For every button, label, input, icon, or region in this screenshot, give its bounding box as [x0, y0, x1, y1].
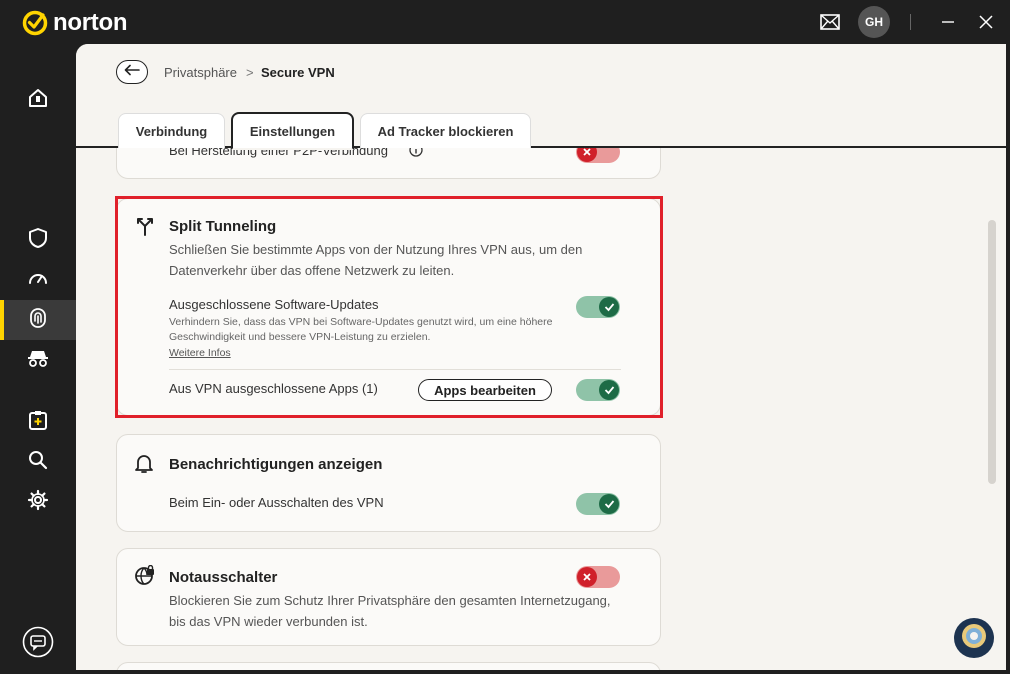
page-header: Privatsphäre > Secure VPN Verbindung Ein…	[76, 44, 1006, 150]
tab-einstellungen[interactable]: Einstellungen	[231, 112, 354, 150]
bell-icon	[134, 453, 154, 480]
sidebar	[0, 44, 76, 674]
mail-icon[interactable]	[819, 12, 841, 32]
sidebar-item-chat[interactable]	[0, 624, 76, 664]
notifications-title: Benachrichtigungen anzeigen	[169, 456, 383, 473]
sidebar-item-search[interactable]	[0, 442, 76, 482]
shield-icon	[27, 227, 49, 254]
title-bar: norton GH	[0, 0, 1010, 44]
toggle-on-knob	[599, 494, 619, 514]
minimize-icon[interactable]	[938, 12, 958, 32]
incognito-icon	[26, 347, 50, 374]
breadcrumb-parent[interactable]: Privatsphäre	[164, 65, 237, 80]
main-panel: Bei Herstellung einer P2P-Verbindung Spl…	[76, 44, 1006, 670]
back-button[interactable]	[116, 60, 148, 84]
app-logo: norton	[22, 9, 127, 37]
sidebar-item-identity[interactable]	[0, 340, 76, 380]
killswitch-card: Notausschalter Blockieren Sie zum Schutz…	[116, 548, 661, 646]
title-divider	[910, 14, 911, 30]
killswitch-title: Notausschalter	[169, 569, 278, 586]
add-clipboard-icon	[27, 409, 49, 436]
assistant-button[interactable]	[954, 618, 994, 658]
killswitch-description: Blockieren Sie zum Schutz Ihrer Privatsp…	[169, 593, 611, 629]
search-icon	[27, 449, 49, 476]
globe-lock-icon	[134, 564, 156, 592]
assistant-orb-icon	[960, 622, 988, 655]
fingerprint-icon	[27, 307, 49, 334]
gear-icon	[27, 489, 49, 516]
sidebar-item-add[interactable]	[0, 402, 76, 442]
arrow-left-icon	[124, 63, 140, 81]
speedometer-icon	[27, 267, 49, 294]
close-icon[interactable]	[976, 12, 996, 32]
tab-ad-tracker[interactable]: Ad Tracker blockieren	[360, 113, 531, 148]
sidebar-item-performance[interactable]	[0, 260, 76, 300]
tab-verbindung[interactable]: Verbindung	[118, 113, 225, 148]
chat-icon	[22, 626, 54, 663]
sidebar-item-privacy[interactable]	[0, 300, 76, 340]
home-icon	[27, 87, 49, 114]
sidebar-item-security[interactable]	[0, 220, 76, 260]
sidebar-item-settings[interactable]	[0, 482, 76, 522]
breadcrumb-current: Secure VPN	[261, 65, 335, 80]
notifications-toggle[interactable]	[576, 493, 620, 515]
highlight-frame	[115, 196, 663, 418]
app-name: norton	[53, 9, 128, 36]
next-card	[116, 662, 661, 670]
notifications-card: Benachrichtigungen anzeigen Beim Ein- od…	[116, 434, 661, 532]
breadcrumb-separator: >	[246, 65, 254, 80]
scrollbar-thumb[interactable]	[988, 220, 996, 484]
user-avatar[interactable]: GH	[858, 6, 890, 38]
sidebar-item-home[interactable]	[0, 80, 76, 120]
norton-check-icon	[22, 10, 48, 36]
toggle-off-knob	[577, 567, 597, 587]
killswitch-toggle[interactable]	[576, 566, 620, 588]
notifications-row-label: Beim Ein- oder Ausschalten des VPN	[169, 495, 384, 510]
